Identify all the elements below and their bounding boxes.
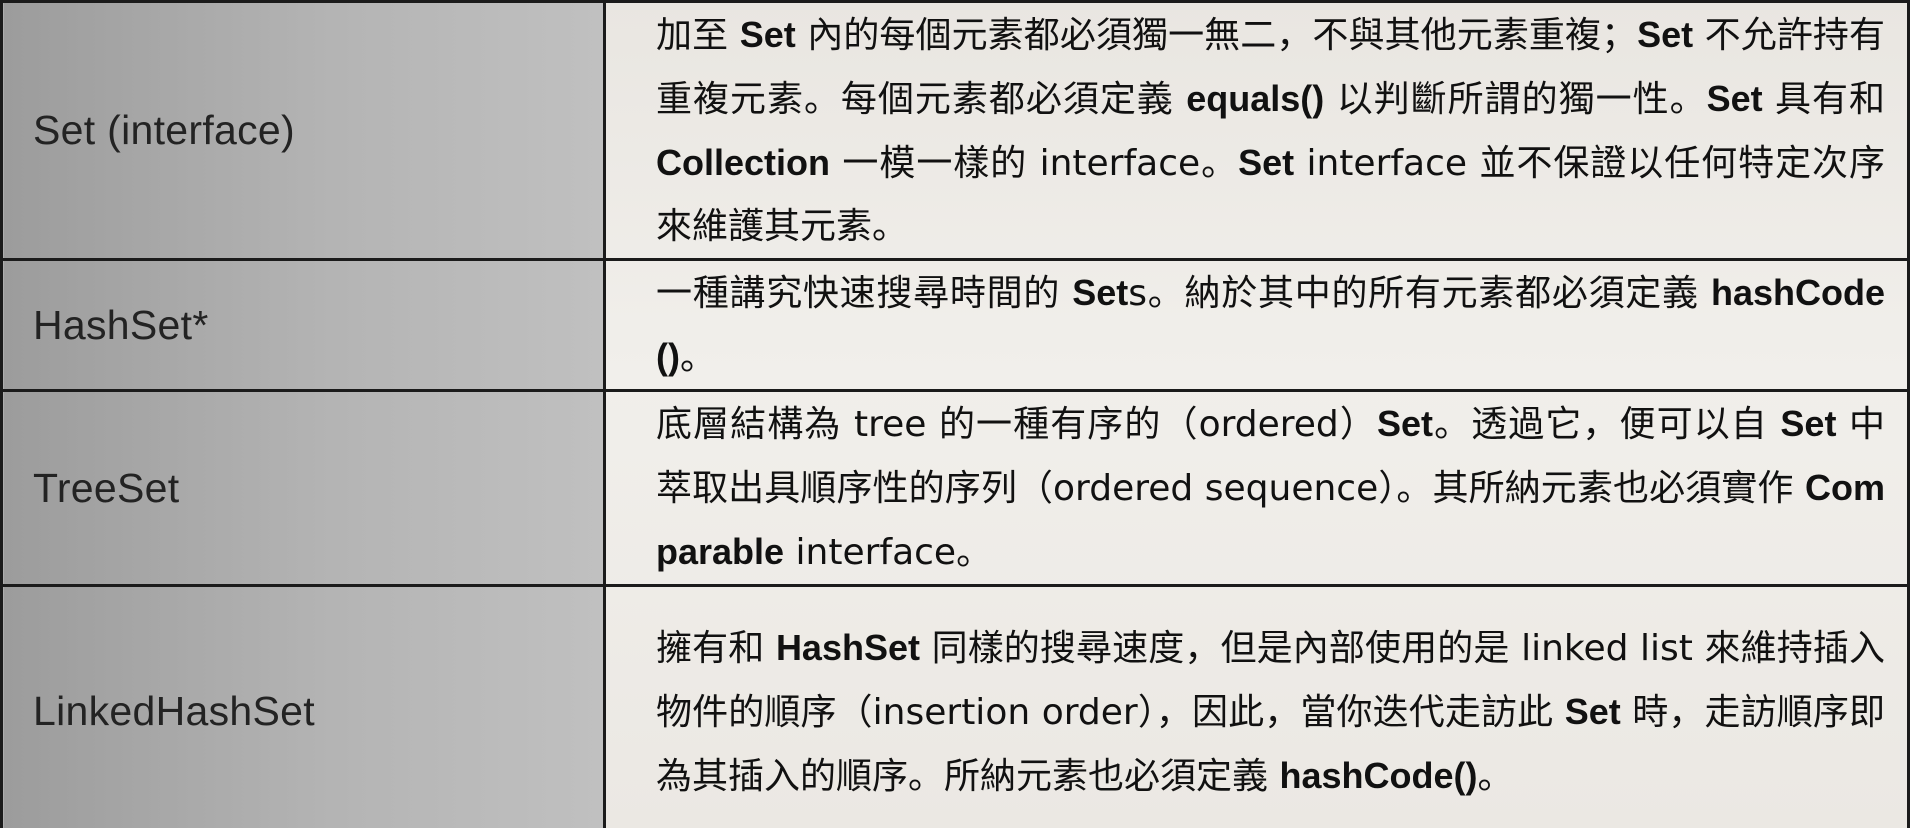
- type-name: Set (interface): [33, 107, 295, 153]
- set-types-table: Set (interface) 加至 Set 內的每個元素都必須獨一無二，不與其…: [0, 0, 1910, 828]
- description-keyword: Set: [1072, 272, 1129, 313]
- description-keyword: Set: [1376, 403, 1433, 444]
- type-description: 加至 Set 內的每個元素都必須獨一無二，不與其他元素重複；Set 不允許持有重…: [606, 3, 1907, 258]
- description-text: 。: [679, 337, 716, 378]
- description-cell: 底層結構為 tree 的一種有序的（ordered）Set。透過它，便可以自 S…: [603, 389, 1910, 587]
- description-keyword: Set: [739, 14, 796, 55]
- description-text: 加至: [656, 15, 740, 56]
- type-name-cell: HashSet*: [0, 258, 606, 392]
- type-name: LinkedHashSet: [33, 688, 315, 734]
- description-text: 。透過它，便可以自: [1432, 404, 1781, 445]
- table-row: Set (interface) 加至 Set 內的每個元素都必須獨一無二，不與其…: [0, 0, 1910, 261]
- description-text: interface。: [784, 532, 993, 573]
- description-text: s。納於其中的所有元素都必須定義: [1128, 273, 1711, 314]
- description-text: 擁有和: [656, 627, 776, 669]
- description-keyword: Collection: [656, 142, 831, 183]
- book-page: Set (interface) 加至 Set 內的每個元素都必須獨一無二，不與其…: [0, 0, 1910, 828]
- description-keyword: Set: [1780, 403, 1837, 444]
- description-keyword: Set: [1564, 690, 1621, 732]
- table-row: LinkedHashSet 擁有和 HashSet 同樣的搜尋速度，但是內部使用…: [0, 584, 1910, 828]
- table-row: TreeSet 底層結構為 tree 的一種有序的（ordered）Set。透過…: [0, 389, 1910, 587]
- table-row: HashSet* 一種講究快速搜尋時間的 Sets。納於其中的所有元素都必須定義…: [0, 258, 1910, 392]
- type-name: TreeSet: [33, 464, 180, 511]
- description-text: 一模一樣的 interface。: [830, 143, 1239, 184]
- type-name-cell: TreeSet: [0, 389, 606, 587]
- description-text: 一種講究快速搜尋時間的: [656, 273, 1073, 314]
- description-keyword: hashCode(): [1279, 754, 1478, 796]
- type-description: 底層結構為 tree 的一種有序的（ordered）Set。透過它，便可以自 S…: [606, 392, 1907, 584]
- type-description: 一種講究快速搜尋時間的 Sets。納於其中的所有元素都必須定義 hashCode…: [606, 261, 1907, 389]
- type-name-cell: LinkedHashSet: [0, 584, 606, 828]
- description-keyword: HashSet: [775, 626, 920, 668]
- description-cell: 擁有和 HashSet 同樣的搜尋速度，但是內部使用的是 linked list…: [603, 584, 1910, 828]
- description-text: 具有和: [1762, 79, 1885, 120]
- description-text: 底層結構為 tree 的一種有序的（ordered）: [656, 404, 1377, 445]
- description-text: 以判斷所謂的獨一性。: [1324, 79, 1707, 120]
- description-keyword: Set: [1238, 142, 1295, 183]
- type-description: 擁有和 HashSet 同樣的搜尋速度，但是內部使用的是 linked list…: [606, 616, 1907, 808]
- description-keyword: Set: [1637, 14, 1694, 55]
- description-keyword: Set: [1706, 78, 1763, 119]
- description-cell: 一種講究快速搜尋時間的 Sets。納於其中的所有元素都必須定義 hashCode…: [603, 258, 1910, 392]
- description-keyword: equals(): [1186, 78, 1325, 119]
- description-cell: 加至 Set 內的每個元素都必須獨一無二，不與其他元素重複；Set 不允許持有重…: [603, 0, 1910, 261]
- description-text: 。: [1477, 755, 1514, 797]
- type-name: HashSet*: [33, 301, 209, 348]
- type-name-cell: Set (interface): [0, 0, 606, 261]
- description-text: 內的每個元素都必須獨一無二，不與其他元素重複；: [795, 15, 1638, 56]
